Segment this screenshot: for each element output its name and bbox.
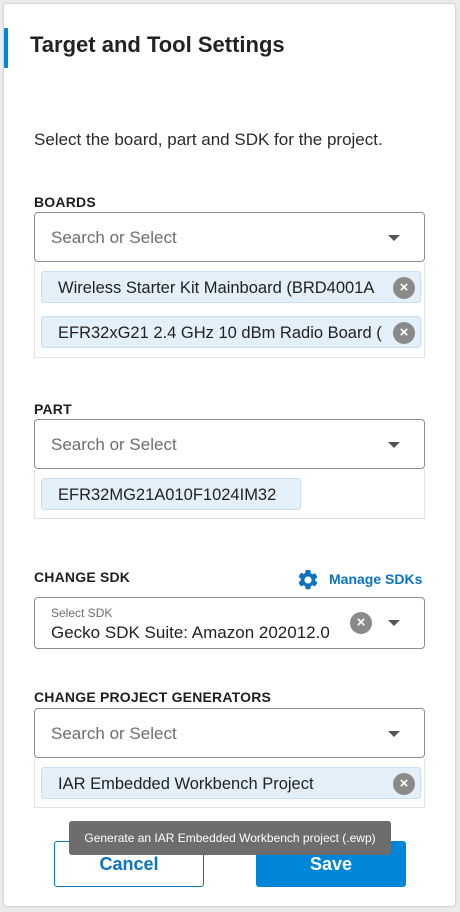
chevron-down-icon[interactable] (388, 731, 400, 737)
generator-chip-iar: IAR Embedded Workbench Project × (41, 767, 421, 799)
title-accent-bar (4, 28, 8, 68)
part-search-select[interactable]: Search or Select (34, 419, 425, 469)
board-chip-label: EFR32xG21 2.4 GHz 10 dBm Radio Board ( (58, 324, 382, 342)
part-search-placeholder: Search or Select (51, 435, 177, 454)
sdk-selected-value: Gecko SDK Suite: Amazon 202012.0 (51, 623, 330, 642)
gear-icon (298, 569, 318, 590)
chevron-down-icon[interactable] (388, 235, 400, 241)
sdk-label: CHANGE SDK (34, 569, 131, 585)
part-label: PART (34, 401, 72, 417)
generators-label: CHANGE PROJECT GENERATORS (34, 689, 272, 705)
manage-sdks-label[interactable]: Manage SDKs (329, 571, 422, 587)
generators-search-select[interactable]: Search or Select (34, 708, 425, 758)
chevron-down-icon[interactable] (388, 620, 400, 626)
board-chip-label: Wireless Starter Kit Mainboard (BRD4001A (58, 279, 375, 297)
sdk-field-label: Select SDK (51, 606, 113, 620)
page-title: Target and Tool Settings (30, 32, 285, 57)
remove-chip-icon[interactable]: × (393, 773, 415, 795)
generator-chip-label: IAR Embedded Workbench Project (58, 775, 314, 793)
generators-search-placeholder: Search or Select (51, 724, 177, 743)
sdk-select[interactable]: Select SDK Gecko SDK Suite: Amazon 20201… (34, 597, 425, 649)
board-chip-radio-board: EFR32xG21 2.4 GHz 10 dBm Radio Board ( × (41, 316, 421, 348)
settings-panel: Target and Tool Settings Select the boar… (4, 4, 455, 906)
clear-sdk-icon[interactable]: × (350, 612, 372, 634)
boards-search-select[interactable]: Search or Select (34, 212, 425, 262)
boards-selected-list: Wireless Starter Kit Mainboard (BRD4001A… (34, 262, 425, 358)
board-chip-mainboard: Wireless Starter Kit Mainboard (BRD4001A… (41, 271, 421, 303)
generator-tooltip: Generate an IAR Embedded Workbench proje… (69, 821, 391, 855)
part-chip-label: EFR32MG21A010F1024IM32 (58, 486, 277, 504)
remove-chip-icon[interactable]: × (393, 322, 415, 344)
chevron-down-icon[interactable] (388, 442, 400, 448)
description-text: Select the board, part and SDK for the p… (34, 130, 383, 149)
part-selected-list: EFR32MG21A010F1024IM32 (34, 469, 425, 519)
generators-selected-list: IAR Embedded Workbench Project × (34, 758, 425, 808)
part-chip: EFR32MG21A010F1024IM32 (41, 478, 301, 510)
boards-search-placeholder: Search or Select (51, 228, 177, 247)
remove-chip-icon[interactable]: × (393, 277, 415, 299)
boards-label: BOARDS (34, 194, 96, 210)
